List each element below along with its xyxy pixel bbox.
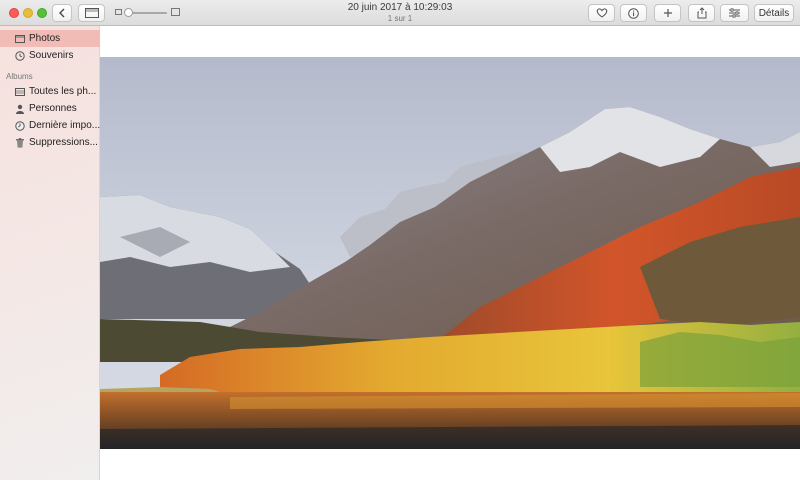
landscape-photo[interactable] — [100, 57, 800, 449]
info-icon — [628, 7, 639, 19]
photos-icon — [15, 34, 25, 44]
sidebar-item-memories[interactable]: Souvenirs — [0, 47, 100, 64]
person-icon — [15, 104, 25, 114]
plus-icon — [663, 9, 672, 17]
sidebar-item-recently-deleted[interactable]: Suppressions... — [0, 134, 100, 151]
sidebar-item-label: Personnes — [29, 103, 77, 114]
sidebar-item-last-import[interactable]: Dernière impo... — [0, 117, 100, 134]
clock-icon — [15, 120, 25, 131]
sidebar-item-label: Dernière impo... — [29, 120, 100, 131]
trash-icon — [15, 137, 25, 148]
memories-icon — [15, 50, 25, 61]
info-button[interactable] — [620, 4, 647, 22]
favorite-button[interactable] — [588, 4, 615, 22]
sidebar-item-label: Suppressions... — [29, 137, 98, 148]
window-toolbar: 20 juin 2017 à 10:29:03 1 sur 1 Détails — [0, 0, 800, 26]
sidebar-item-label: Souvenirs — [29, 50, 74, 61]
sidebar-item-photos[interactable]: Photos — [0, 30, 100, 47]
heart-icon — [596, 8, 607, 18]
mountain-landscape-image — [100, 57, 800, 449]
sidebar: Photos Souvenirs Albums Toutes les ph...… — [0, 26, 100, 480]
sidebar-item-label: Photos — [29, 33, 61, 44]
sidebar-item-people[interactable]: Personnes — [0, 100, 100, 117]
details-button[interactable]: Détails — [754, 4, 794, 22]
sidebar-item-all-photos[interactable]: Toutes les ph... — [0, 83, 100, 100]
albums-section-header: Albums — [6, 72, 33, 81]
sliders-icon — [729, 8, 740, 18]
add-button[interactable] — [654, 4, 681, 22]
edit-adjust-button[interactable] — [720, 4, 749, 22]
album-icon — [15, 87, 25, 97]
share-icon — [697, 7, 706, 19]
share-button[interactable] — [688, 4, 715, 22]
photo-viewer — [100, 26, 800, 480]
sidebar-item-label: Toutes les ph... — [29, 86, 97, 97]
